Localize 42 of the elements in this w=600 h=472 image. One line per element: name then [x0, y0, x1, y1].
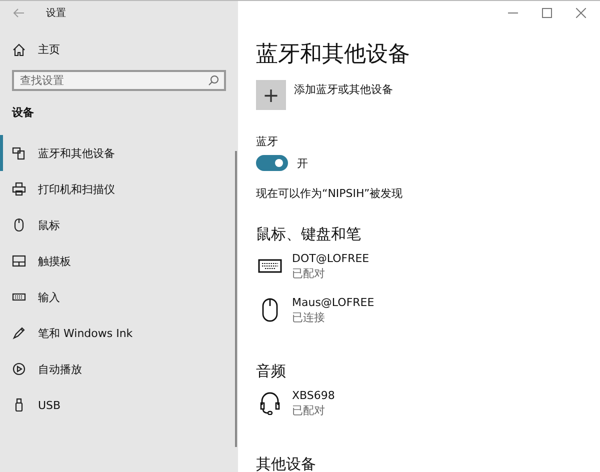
sidebar-item[interactable]: 笔和 Windows Ink	[0, 315, 238, 351]
section-heading: 设备	[12, 105, 35, 120]
device-name: DOT@LOFREE	[292, 251, 370, 266]
search-icon	[208, 75, 219, 86]
bluetooth-device-icon	[12, 146, 26, 160]
page-title: 蓝牙和其他设备	[256, 41, 411, 69]
printer-icon	[12, 182, 26, 196]
keyboard-icon	[258, 259, 282, 273]
section-heading: 音频	[256, 362, 287, 381]
discoverable-text: 现在可以作为“NIPSIH”被发现	[256, 186, 404, 201]
section-heading: 鼠标、键盘和笔	[256, 225, 362, 244]
add-device-link[interactable]: 添加蓝牙或其他设备	[294, 82, 393, 97]
sidebar-item[interactable]: 自动播放	[0, 351, 238, 387]
headset-icon	[258, 391, 282, 415]
close-icon[interactable]	[576, 8, 586, 18]
home-icon	[12, 42, 26, 56]
toggle-state: 开	[297, 156, 308, 170]
touchpad-icon	[12, 254, 26, 268]
scrollbar[interactable]	[235, 151, 237, 447]
device-name: Maus@LOFREE	[292, 295, 374, 310]
sidebar-item[interactable]: USB	[0, 387, 238, 423]
section-heading: 其他设备	[256, 455, 317, 472]
device-name: XBS698	[292, 388, 335, 403]
sidebar-item[interactable]: 打印机和扫描仪	[0, 171, 238, 207]
sidebar-item[interactable]: 输入	[0, 279, 238, 315]
add-device-button[interactable]: +	[256, 80, 286, 110]
maximize-icon[interactable]	[542, 8, 552, 18]
device-status: 已配对	[292, 403, 326, 418]
pen-icon	[12, 326, 26, 340]
sidebar-item[interactable]: 蓝牙和其他设备	[0, 135, 238, 171]
sidebar-item[interactable]: 触摸板	[0, 243, 238, 279]
device-status: 已配对	[292, 266, 326, 281]
mouse-icon	[12, 218, 26, 232]
autoplay-icon	[12, 362, 26, 376]
home-link[interactable]: 主页	[12, 42, 60, 57]
search-field[interactable]: 查找设置	[12, 70, 226, 91]
bluetooth-toggle[interactable]	[256, 155, 288, 171]
device-status: 已连接	[292, 310, 326, 325]
bluetooth-label: 蓝牙	[256, 134, 279, 149]
window-title: 设置	[46, 6, 66, 20]
back-arrow-icon[interactable]	[13, 8, 25, 18]
sidebar-item[interactable]: 鼠标	[0, 207, 238, 243]
